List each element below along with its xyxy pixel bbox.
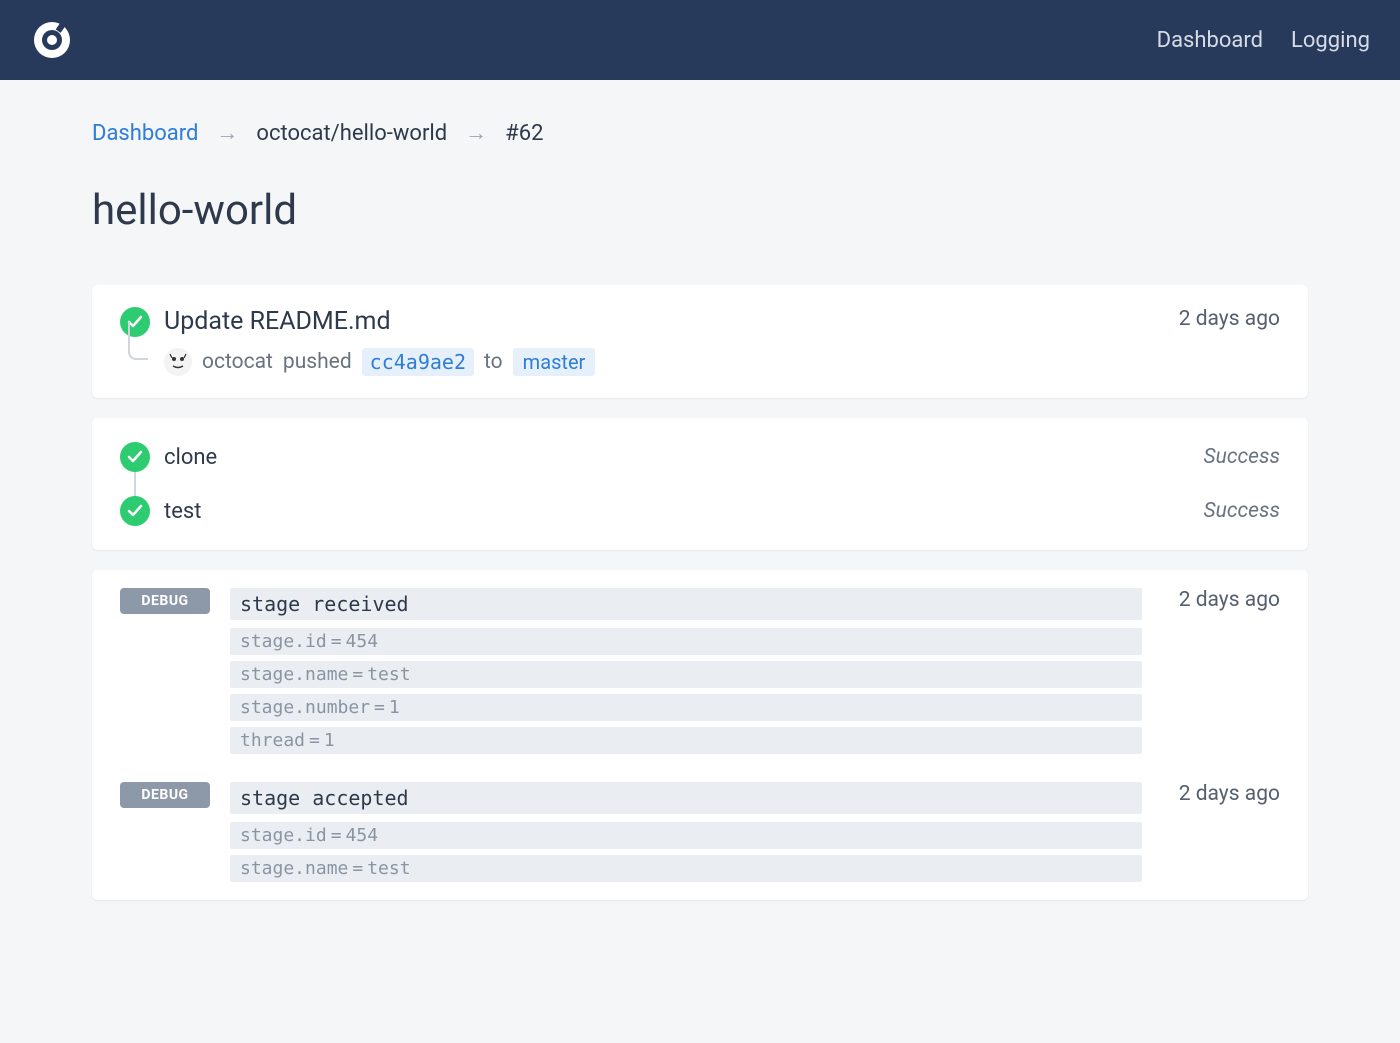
log-message: stage received	[230, 588, 1142, 620]
commit-time: 2 days ago	[1179, 307, 1280, 331]
commit-action: pushed	[283, 350, 352, 374]
log-field: stage.number=1	[230, 694, 1142, 721]
logs-card: DEBUG stage received stage.id=454 stage.…	[92, 570, 1308, 900]
commit-title: Update README.md	[164, 307, 595, 336]
stages-card: clone Success test Success	[92, 418, 1308, 550]
stage-row[interactable]: test Success	[120, 484, 1280, 538]
log-field: thread=1	[230, 727, 1142, 754]
log-level-badge: DEBUG	[120, 588, 210, 614]
commit-connector-icon	[128, 322, 148, 360]
commit-meta: octocat pushed cc4a9ae2 to master	[164, 348, 595, 376]
avatar-icon[interactable]	[164, 348, 192, 376]
log-time: 2 days ago	[1160, 588, 1280, 612]
breadcrumb-repo[interactable]: octocat/hello-world	[256, 121, 447, 146]
stage-name: clone	[164, 445, 217, 470]
nav-link-dashboard[interactable]: Dashboard	[1157, 28, 1263, 53]
navbar: Dashboard Logging	[0, 0, 1400, 80]
log-field: stage.name=test	[230, 661, 1142, 688]
log-field: stage.name=test	[230, 855, 1142, 882]
log-level-badge: DEBUG	[120, 782, 210, 808]
breadcrumb-dashboard[interactable]: Dashboard	[92, 121, 198, 146]
log-entry: DEBUG stage accepted stage.id=454 stage.…	[120, 782, 1280, 882]
stage-name: test	[164, 499, 201, 524]
stage-row[interactable]: clone Success	[120, 430, 1280, 484]
stage-status: Success	[1204, 445, 1280, 469]
nav-links: Dashboard Logging	[1157, 28, 1370, 53]
logo-icon[interactable]	[30, 18, 74, 62]
commit-author: octocat	[202, 350, 273, 374]
breadcrumb-arrow-icon: →	[216, 120, 238, 146]
breadcrumb: Dashboard → octocat/hello-world → #62	[92, 120, 1308, 146]
check-icon	[120, 442, 150, 472]
commit-sha[interactable]: cc4a9ae2	[362, 348, 474, 376]
commit-to-label: to	[484, 350, 503, 374]
log-message: stage accepted	[230, 782, 1142, 814]
log-entry: DEBUG stage received stage.id=454 stage.…	[120, 588, 1280, 754]
commit-card: Update README.md octocat pushed cc4a9ae2…	[92, 285, 1308, 398]
log-field: stage.id=454	[230, 822, 1142, 849]
log-field: stage.id=454	[230, 628, 1142, 655]
commit-branch[interactable]: master	[513, 348, 596, 376]
main-container: Dashboard → octocat/hello-world → #62 he…	[50, 80, 1350, 960]
breadcrumb-arrow-icon: →	[465, 120, 487, 146]
nav-link-logging[interactable]: Logging	[1291, 28, 1370, 53]
breadcrumb-build: #62	[505, 121, 543, 146]
stage-status: Success	[1204, 499, 1280, 523]
page-title: hello-world	[92, 186, 1308, 235]
check-icon	[120, 496, 150, 526]
log-time: 2 days ago	[1160, 782, 1280, 806]
